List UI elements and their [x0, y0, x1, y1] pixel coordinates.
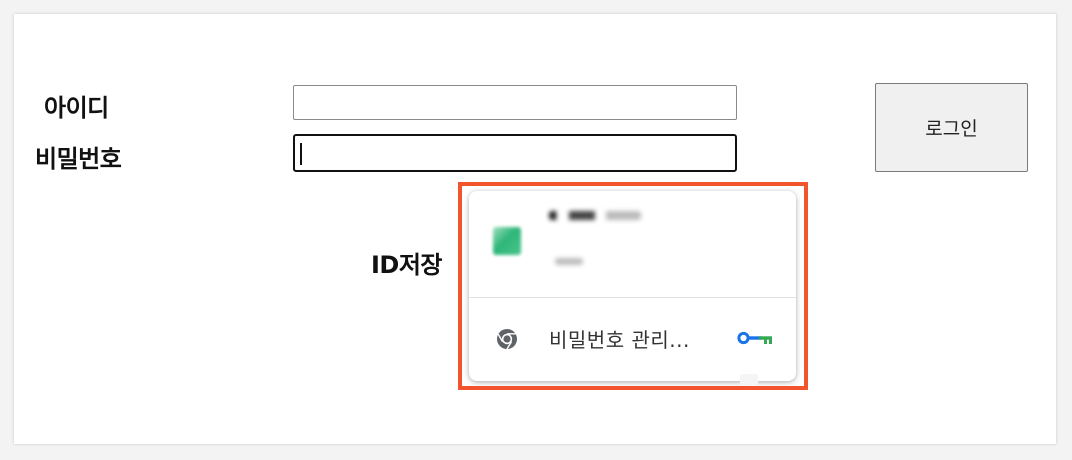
blurred-password-hint: [555, 258, 583, 265]
blurred-username: [549, 211, 641, 220]
text-cursor: [300, 143, 302, 165]
chrome-icon: [497, 329, 517, 350]
popup-resize-notch: [740, 374, 758, 390]
manage-passwords-item[interactable]: 비밀번호 관리...: [469, 298, 796, 381]
id-input[interactable]: [293, 85, 737, 120]
password-input[interactable]: [293, 134, 737, 172]
password-label: 비밀번호: [35, 145, 122, 173]
password-autofill-popup: 비밀번호 관리...: [469, 191, 796, 381]
saved-credential-suggestion[interactable]: [469, 191, 796, 297]
id-label: 아이디: [44, 94, 109, 122]
save-id-label[interactable]: ID저장: [371, 245, 443, 280]
manage-passwords-label: 비밀번호 관리...: [549, 328, 690, 352]
key-icon: [737, 331, 772, 345]
login-button[interactable]: 로그인: [875, 83, 1028, 172]
site-favicon-icon: [493, 227, 521, 255]
